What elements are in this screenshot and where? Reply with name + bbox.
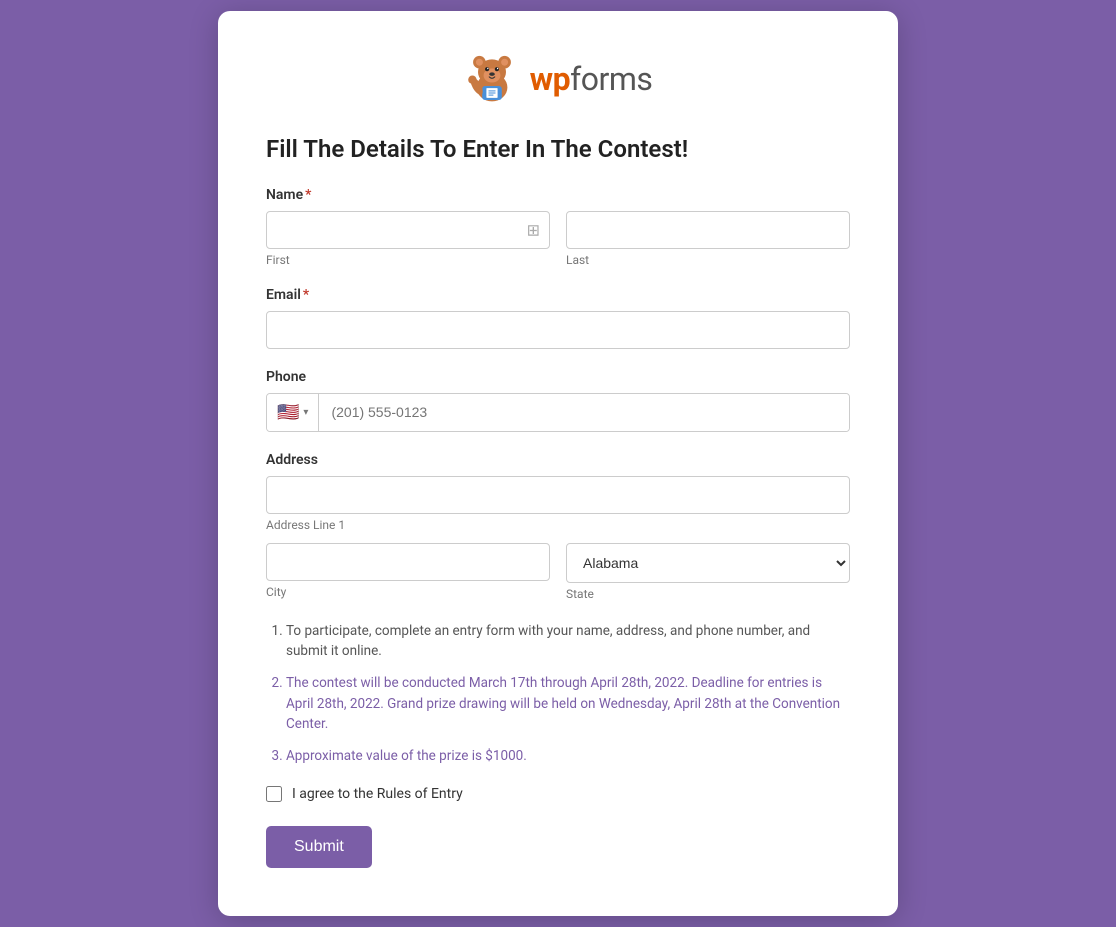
city-sub-label: City — [266, 585, 550, 599]
first-name-input[interactable] — [266, 211, 550, 249]
email-label: Email* — [266, 287, 850, 303]
state-select[interactable]: AlabamaAlaskaArizonaArkansasCaliforniaCo… — [566, 543, 850, 583]
address-label: Address — [266, 452, 850, 468]
form-title: Fill The Details To Enter In The Contest… — [266, 135, 850, 163]
address-row: City AlabamaAlaskaArizonaArkansasCalifor… — [266, 543, 850, 601]
us-flag-icon: 🇺🇸 — [277, 402, 299, 423]
phone-wrapper: 🇺🇸 ▾ — [266, 393, 850, 432]
name-row: ⊞ First Last — [266, 211, 850, 267]
city-col: City — [266, 543, 550, 601]
logo-area: wpforms — [266, 51, 850, 107]
first-name-input-wrapper: ⊞ — [266, 211, 550, 249]
agree-checkbox[interactable] — [266, 786, 282, 802]
rules-list: To participate, complete an entry form w… — [266, 621, 850, 767]
phone-label: Phone — [266, 369, 850, 385]
rule-item-2: The contest will be conducted March 17th… — [286, 673, 850, 734]
email-input[interactable] — [266, 311, 850, 349]
rule-item-3: Approximate value of the prize is $1000. — [286, 746, 850, 766]
last-name-col: Last — [566, 211, 850, 267]
last-name-input[interactable] — [566, 211, 850, 249]
state-sub-label: State — [566, 587, 850, 601]
first-name-sub-label: First — [266, 253, 550, 267]
address-line1-sub-label: Address Line 1 — [266, 518, 345, 532]
first-name-col: ⊞ First — [266, 211, 550, 267]
agree-checkbox-row: I agree to the Rules of Entry — [266, 786, 850, 802]
rule-item-1: To participate, complete an entry form w… — [286, 621, 850, 662]
address-field-group: Address Address Line 1 City AlabamaAlask… — [266, 452, 850, 601]
phone-field-group: Phone 🇺🇸 ▾ — [266, 369, 850, 432]
agree-checkbox-label[interactable]: I agree to the Rules of Entry — [292, 786, 463, 802]
city-input[interactable] — [266, 543, 550, 581]
name-label: Name* — [266, 187, 850, 203]
state-col: AlabamaAlaskaArizonaArkansasCaliforniaCo… — [566, 543, 850, 601]
last-name-sub-label: Last — [566, 253, 850, 267]
chevron-down-icon: ▾ — [303, 407, 308, 418]
contact-card-icon: ⊞ — [527, 220, 540, 239]
brand-name: wpforms — [530, 60, 653, 98]
address-line1-input[interactable] — [266, 476, 850, 514]
name-field-group: Name* ⊞ First Last — [266, 187, 850, 267]
form-card: wpforms Fill The Details To Enter In The… — [218, 11, 898, 917]
bear-mascot-icon — [464, 51, 520, 107]
phone-flag-button[interactable]: 🇺🇸 ▾ — [267, 394, 319, 431]
submit-button[interactable]: Submit — [266, 826, 372, 868]
email-field-group: Email* — [266, 287, 850, 349]
phone-input[interactable] — [319, 394, 849, 431]
